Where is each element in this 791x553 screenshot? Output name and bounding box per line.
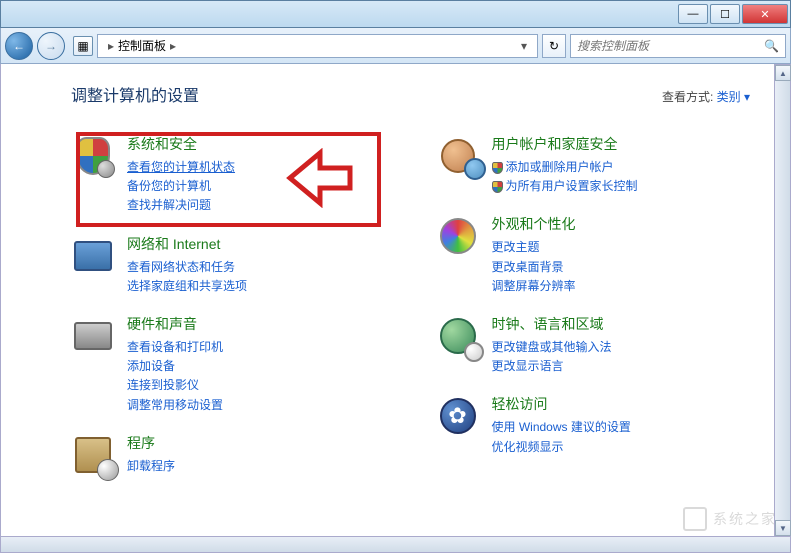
category-link[interactable]: 使用 Windows 建议的设置 [492,418,751,437]
navigation-bar: ← → ▦ ▸ 控制面板 ▸ ▾ ↻ 🔍 [0,28,791,64]
category-link[interactable]: 更改桌面背景 [492,258,751,277]
category-title[interactable]: 系统和安全 [127,134,386,154]
category-title[interactable]: 网络和 Internet [127,234,386,254]
users-icon [436,134,480,178]
minimize-button[interactable]: — [678,4,708,24]
shield-mini-icon [492,181,503,193]
close-button[interactable]: ✕ [742,4,788,24]
content-header: 调整计算机的设置 查看方式: 类别 ▾ [71,82,750,106]
control-panel-icon[interactable]: ▦ [73,36,93,56]
view-by: 查看方式: 类别 ▾ [662,88,750,105]
vertical-scrollbar[interactable]: ▲ ▼ [775,64,791,537]
category-link[interactable]: 为所有用户设置家长控制 [492,177,751,196]
breadcrumb-root[interactable]: 控制面板 [118,37,166,54]
category-title[interactable]: 程序 [127,433,386,453]
category-link[interactable]: 查看您的计算机状态 [127,158,386,177]
shield-icon [71,134,115,178]
category-link[interactable]: 连接到投影仪 [127,376,386,395]
search-icon[interactable]: 🔍 [764,39,779,53]
left-column: 系统和安全 查看您的计算机状态 备份您的计算机 查找并解决问题 网络和 Inte… [71,134,386,477]
page-title: 调整计算机的设置 [71,82,199,106]
category-link[interactable]: 添加设备 [127,357,386,376]
programs-icon [71,433,115,477]
category-system-security: 系统和安全 查看您的计算机状态 备份您的计算机 查找并解决问题 [71,134,386,216]
scroll-area[interactable]: 调整计算机的设置 查看方式: 类别 ▾ 系统和安全 查看您的计算机状态 备份您的… [1,64,774,536]
scroll-down-button[interactable]: ▼ [775,520,791,536]
category-link[interactable]: 备份您的计算机 [127,177,386,196]
category-user-accounts: 用户帐户和家庭安全 添加或删除用户帐户 为所有用户设置家长控制 [436,134,751,196]
printer-icon [71,314,115,358]
globe-clock-icon [436,314,480,358]
ease-of-access-icon: ✿ [436,394,480,438]
right-column: 用户帐户和家庭安全 添加或删除用户帐户 为所有用户设置家长控制 外观和个性化 更… [436,134,751,477]
content-pane: 调整计算机的设置 查看方式: 类别 ▾ 系统和安全 查看您的计算机状态 备份您的… [0,64,775,537]
category-link[interactable]: 更改键盘或其他输入法 [492,338,751,357]
view-by-dropdown[interactable]: 类别 ▾ [717,90,750,104]
category-ease-of-access: ✿ 轻松访问 使用 Windows 建议的设置 优化视频显示 [436,394,751,456]
forward-button[interactable]: → [37,32,65,60]
maximize-button[interactable]: ☐ [710,4,740,24]
scroll-up-button[interactable]: ▲ [775,65,791,81]
category-clock-language: 时钟、语言和区域 更改键盘或其他输入法 更改显示语言 [436,314,751,376]
category-link[interactable]: 查看设备和打印机 [127,338,386,357]
horizontal-scrollbar[interactable] [0,537,791,553]
search-input[interactable] [577,39,764,53]
category-title[interactable]: 时钟、语言和区域 [492,314,751,334]
category-link[interactable]: 调整常用移动设置 [127,396,386,415]
category-link[interactable]: 更改主题 [492,238,751,257]
address-dropdown-icon[interactable]: ▾ [517,39,531,53]
category-title[interactable]: 用户帐户和家庭安全 [492,134,751,154]
breadcrumb-sep-icon: ▸ [108,39,114,53]
titlebar: — ☐ ✕ [0,0,791,28]
category-appearance: 外观和个性化 更改主题 更改桌面背景 调整屏幕分辨率 [436,214,751,296]
category-link[interactable]: 更改显示语言 [492,357,751,376]
search-box[interactable]: 🔍 [570,34,786,58]
category-link[interactable]: 卸载程序 [127,457,386,476]
back-button[interactable]: ← [5,32,33,60]
address-bar[interactable]: ▸ 控制面板 ▸ ▾ [97,34,538,58]
category-title[interactable]: 外观和个性化 [492,214,751,234]
category-hardware-sound: 硬件和声音 查看设备和打印机 添加设备 连接到投影仪 调整常用移动设置 [71,314,386,415]
breadcrumb-sep-icon: ▸ [170,39,176,53]
category-link[interactable]: 查找并解决问题 [127,196,386,215]
refresh-button[interactable]: ↻ [542,34,566,58]
view-by-label: 查看方式: [662,90,713,104]
shield-mini-icon [492,162,503,174]
category-link[interactable]: 选择家庭组和共享选项 [127,277,386,296]
network-icon [71,234,115,278]
palette-icon [436,214,480,258]
category-programs: 程序 卸载程序 [71,433,386,477]
category-title[interactable]: 轻松访问 [492,394,751,414]
category-link[interactable]: 调整屏幕分辨率 [492,277,751,296]
category-link[interactable]: 优化视频显示 [492,438,751,457]
category-title[interactable]: 硬件和声音 [127,314,386,334]
category-link[interactable]: 添加或删除用户帐户 [492,158,751,177]
category-network-internet: 网络和 Internet 查看网络状态和任务 选择家庭组和共享选项 [71,234,386,296]
category-grid: 系统和安全 查看您的计算机状态 备份您的计算机 查找并解决问题 网络和 Inte… [71,134,750,477]
category-link[interactable]: 查看网络状态和任务 [127,258,386,277]
